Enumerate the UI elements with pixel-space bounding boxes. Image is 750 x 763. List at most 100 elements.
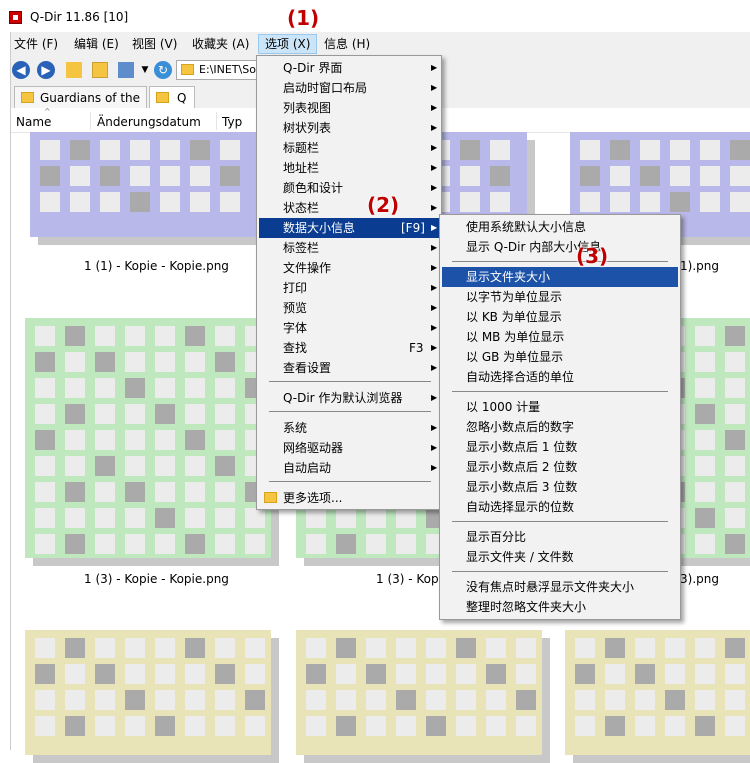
options-item[interactable]: 文件操作 ▶ bbox=[259, 258, 439, 278]
options-item[interactable]: 标题栏 ▶ bbox=[259, 138, 439, 158]
size-option-item[interactable]: 以 MB 为单位显示 bbox=[442, 327, 678, 347]
menu-options[interactable]: 选项 (X) bbox=[258, 34, 318, 54]
size-option-item[interactable]: 以字节为单位显示 bbox=[442, 287, 678, 307]
options-item[interactable]: 字体 ▶ bbox=[259, 318, 439, 338]
thumbnail-cell bbox=[460, 166, 480, 186]
thumbnail-cell bbox=[215, 482, 235, 502]
thumbnail-cell bbox=[130, 166, 150, 186]
thumbnail-cell bbox=[336, 638, 356, 658]
size-option-item[interactable]: 显示文件夹 / 文件数 bbox=[442, 547, 678, 567]
size-option-item[interactable]: 显示小数点后 2 位数 bbox=[442, 457, 678, 477]
options-item[interactable]: 标签栏 ▶ bbox=[259, 238, 439, 258]
options-item[interactable]: 自动启动 ▶ bbox=[259, 458, 439, 478]
tab-q[interactable]: Q bbox=[149, 86, 195, 108]
thumbnail-image[interactable] bbox=[30, 132, 257, 237]
thumbnail-cell bbox=[160, 192, 180, 212]
options-item[interactable]: 系统 ▶ bbox=[259, 418, 439, 438]
thumbnail-cell bbox=[640, 192, 660, 212]
column-divider[interactable] bbox=[90, 112, 91, 130]
thumbnail-image[interactable] bbox=[565, 630, 750, 755]
options-item[interactable]: 启动时窗口布局 ▶ bbox=[259, 78, 439, 98]
app-icon bbox=[9, 11, 22, 24]
thumbnail-cell bbox=[245, 534, 265, 554]
options-item[interactable]: 状态栏 ▶ bbox=[259, 198, 439, 218]
thumbnail-image[interactable] bbox=[25, 630, 271, 755]
thumbnail-cell bbox=[155, 716, 175, 736]
column-type[interactable]: Typ bbox=[222, 115, 242, 129]
thumbnail-cell bbox=[35, 404, 55, 424]
thumbnail-cell bbox=[725, 352, 745, 372]
thumbnail-cell bbox=[65, 352, 85, 372]
thumbnail-cell bbox=[575, 690, 595, 710]
thumbnail-cell bbox=[725, 456, 745, 476]
folder-icon bbox=[181, 64, 194, 75]
menu-favorites[interactable]: 收藏夹 (A) bbox=[186, 35, 255, 53]
menu-bar: 文件 (F) 编辑 (E) 视图 (V) 收藏夹 (A) 选项 (X) 信息 (… bbox=[0, 32, 750, 56]
thumbnail-cell bbox=[695, 404, 715, 424]
options-item[interactable]: Q-Dir 作为默认浏览器 ▶ bbox=[259, 388, 439, 408]
thumbnail-cell bbox=[460, 140, 480, 160]
options-item[interactable]: Q-Dir 界面 ▶ bbox=[259, 58, 439, 78]
thumbnail-cell bbox=[670, 140, 690, 160]
size-option-item[interactable]: 以 GB 为单位显示 bbox=[442, 347, 678, 367]
options-item[interactable]: 打印 ▶ bbox=[259, 278, 439, 298]
thumbnail-cell bbox=[245, 508, 265, 528]
back-icon[interactable]: ◀ bbox=[12, 61, 30, 79]
size-option-item[interactable]: 显示 Q-Dir 内部大小信息 bbox=[442, 237, 678, 257]
size-option-item[interactable]: 以 1000 计量 bbox=[442, 397, 678, 417]
options-item[interactable]: 查看设置 ▶ bbox=[259, 358, 439, 378]
column-divider[interactable] bbox=[216, 112, 217, 130]
thumbnail-cell bbox=[456, 664, 476, 684]
menu-edit[interactable]: 编辑 (E) bbox=[68, 35, 125, 53]
forward-icon[interactable]: ▶ bbox=[37, 61, 55, 79]
size-option-item[interactable]: 显示文件夹大小 bbox=[442, 267, 678, 287]
size-option-item[interactable]: 整理时忽略文件夹大小 bbox=[442, 597, 678, 617]
column-date[interactable]: Änderungsdatum bbox=[97, 115, 201, 129]
new-folder-icon[interactable] bbox=[92, 62, 108, 78]
options-item[interactable]: 颜色和设计 ▶ bbox=[259, 178, 439, 198]
thumbnail-cell bbox=[95, 664, 115, 684]
size-option-item[interactable]: 没有焦点时悬浮显示文件夹大小 bbox=[442, 577, 678, 597]
annotation-2: (2) bbox=[367, 193, 400, 217]
options-item-label: 文件操作 bbox=[283, 261, 332, 275]
menu-separator bbox=[269, 381, 431, 382]
options-item[interactable]: 预览 ▶ bbox=[259, 298, 439, 318]
size-option-item[interactable]: 自动选择显示的位数 bbox=[442, 497, 678, 517]
size-option-item[interactable]: 显示小数点后 1 位数 bbox=[442, 437, 678, 457]
options-item[interactable]: 网络驱动器 ▶ bbox=[259, 438, 439, 458]
size-option-item[interactable]: 以 KB 为单位显示 bbox=[442, 307, 678, 327]
options-item[interactable]: 更多选项... bbox=[259, 488, 439, 508]
options-item[interactable]: 树状列表 ▶ bbox=[259, 118, 439, 138]
options-item-label: 启动时窗口布局 bbox=[283, 81, 368, 95]
folder-icon bbox=[156, 92, 169, 103]
size-option-item[interactable]: 使用系统默认大小信息 bbox=[442, 217, 678, 237]
thumbnail-cell bbox=[245, 716, 265, 736]
submenu-arrow-icon: ▶ bbox=[431, 163, 438, 172]
refresh-icon[interactable]: ↻ bbox=[154, 61, 172, 79]
menu-view[interactable]: 视图 (V) bbox=[126, 35, 183, 53]
menu-file[interactable]: 文件 (F) bbox=[8, 35, 64, 53]
options-item[interactable]: 查找 F3 ▶ bbox=[259, 338, 439, 358]
thumbnail-image[interactable] bbox=[25, 318, 271, 558]
column-name[interactable]: Name bbox=[16, 115, 51, 129]
chevron-down-icon[interactable]: ▼ bbox=[137, 62, 153, 78]
options-item[interactable]: 列表视图 ▶ bbox=[259, 98, 439, 118]
submenu-arrow-icon: ▶ bbox=[431, 83, 438, 92]
size-option-item[interactable]: 显示百分比 bbox=[442, 527, 678, 547]
thumbnail-image[interactable] bbox=[296, 630, 542, 755]
size-option-label: 忽略小数点后的数字 bbox=[466, 420, 575, 434]
up-folder-icon[interactable] bbox=[66, 62, 82, 78]
folder-icon bbox=[264, 492, 277, 503]
thumbnail-cell bbox=[125, 534, 145, 554]
thumbnail-cell bbox=[516, 638, 536, 658]
size-option-item[interactable]: 显示小数点后 3 位数 bbox=[442, 477, 678, 497]
menu-info[interactable]: 信息 (H) bbox=[318, 35, 376, 53]
size-option-item[interactable]: 忽略小数点后的数字 bbox=[442, 417, 678, 437]
annotation-1: (1) bbox=[287, 6, 320, 30]
tab-guardians[interactable]: Guardians of the ... bbox=[14, 86, 147, 119]
options-item[interactable]: 地址栏 ▶ bbox=[259, 158, 439, 178]
size-option-item[interactable]: 自动选择合适的单位 bbox=[442, 367, 678, 387]
options-item[interactable]: 数据大小信息 [F9] ▶ bbox=[259, 218, 439, 238]
view-mode-icon[interactable] bbox=[118, 62, 134, 78]
menu-separator bbox=[452, 391, 668, 392]
